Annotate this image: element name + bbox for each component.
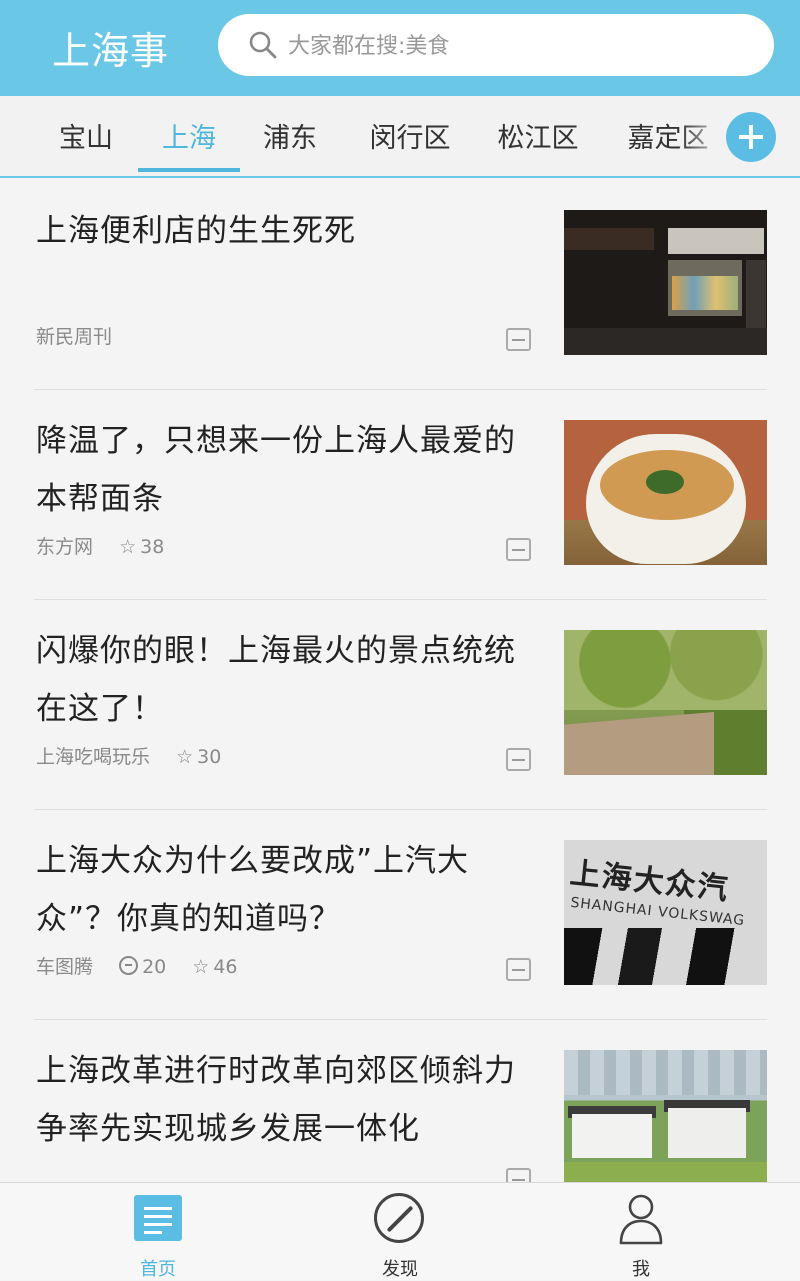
tab-baoshan[interactable]: 宝山 [40, 116, 132, 156]
add-tab-button[interactable] [726, 112, 776, 162]
news-source: 上海吃喝玩乐 [36, 746, 151, 768]
news-source: 新民周刊 [36, 326, 113, 348]
top-header: 上海事 大家都在搜:美食 [0, 0, 800, 96]
news-thumbnail[interactable] [564, 420, 767, 565]
home-list-icon [134, 1195, 182, 1241]
active-tab-indicator [138, 168, 240, 172]
star-count: ☆ 38 [119, 536, 165, 558]
dislike-button[interactable] [506, 958, 531, 981]
news-item[interactable]: 闪爆你的眼！上海最火的景点统统在这了！ 上海吃喝玩乐 ☆ 30 [0, 600, 800, 810]
dislike-button[interactable] [506, 748, 531, 771]
star-icon: ☆ [192, 956, 210, 978]
news-title[interactable]: 闪爆你的眼！上海最火的景点统统在这了！ [36, 622, 536, 738]
compass-icon [374, 1193, 424, 1243]
star-icon: ☆ [176, 746, 194, 768]
news-title[interactable]: 降温了，只想来一份上海人最爱的本帮面条 [36, 412, 536, 528]
app-title: 上海事 [52, 29, 170, 73]
news-item[interactable]: 上海便利店的生生死死 新民周刊 [0, 180, 800, 390]
news-title[interactable]: 上海大众为什么要改成”上汽大众”？你真的知道吗？ [36, 832, 536, 948]
news-thumbnail[interactable] [564, 630, 767, 775]
news-title[interactable]: 上海改革进行时改革向郊区倾斜力争率先实现城乡发展一体化 [36, 1042, 536, 1158]
tab-shanghai[interactable]: 上海 [138, 116, 240, 156]
tab-songjiang[interactable]: 松江区 [478, 116, 598, 156]
star-icon: ☆ [119, 536, 137, 558]
news-meta: 新民周刊 [36, 322, 132, 352]
news-thumbnail[interactable]: 上海大众汽 SHANGHAI VOLKSWAG [564, 840, 767, 985]
news-meta: 东方网 ☆ 38 [36, 532, 184, 562]
news-meta: 车图腾 20 ☆ 46 [36, 952, 258, 982]
comment-icon [119, 956, 139, 975]
news-source: 东方网 [36, 536, 94, 558]
dislike-button[interactable] [506, 1168, 531, 1182]
news-title[interactable]: 上海便利店的生生死死 [36, 202, 536, 260]
tab-fade [680, 96, 730, 176]
star-count: ☆ 30 [176, 746, 222, 768]
news-meta: 上海吃喝玩乐 ☆ 30 [36, 742, 241, 772]
dislike-button[interactable] [506, 538, 531, 561]
user-icon [619, 1194, 663, 1245]
nav-label-discover: 发现 [382, 1259, 418, 1280]
news-feed: 上海便利店的生生死死 新民周刊 降温了，只想来一份上海人最爱的本帮面条 东方网 … [0, 180, 800, 1182]
news-thumbnail[interactable] [564, 1050, 767, 1182]
news-source: 车图腾 [36, 956, 94, 978]
nav-label-me: 我 [632, 1259, 650, 1280]
tab-pudong[interactable]: 浦东 [240, 116, 340, 156]
dislike-button[interactable] [506, 328, 531, 351]
news-thumbnail[interactable] [564, 210, 767, 355]
star-count: ☆ 46 [192, 956, 238, 978]
news-item[interactable]: 降温了，只想来一份上海人最爱的本帮面条 东方网 ☆ 38 [0, 390, 800, 600]
nav-home[interactable]: 首页 [58, 1183, 258, 1281]
nav-discover[interactable]: 发现 [300, 1183, 500, 1281]
tab-minhang[interactable]: 闵行区 [350, 116, 470, 156]
nav-label-home: 首页 [140, 1259, 176, 1280]
region-tabs: 宝山 上海 浦东 闵行区 松江区 嘉定区 [0, 96, 800, 178]
bottom-navigation: 首页 发现 我 [0, 1182, 800, 1280]
news-meta [36, 1162, 56, 1182]
news-item[interactable]: 上海改革进行时改革向郊区倾斜力争率先实现城乡发展一体化 [0, 1020, 800, 1182]
search-placeholder: 大家都在搜:美食 [288, 34, 450, 59]
news-item[interactable]: 上海大众为什么要改成”上汽大众”？你真的知道吗？ 车图腾 20 ☆ 46 上海大众… [0, 810, 800, 1020]
search-bar[interactable]: 大家都在搜:美食 [218, 14, 774, 76]
comment-count: 20 [119, 956, 166, 978]
nav-me[interactable]: 我 [541, 1183, 741, 1281]
search-icon [249, 31, 277, 59]
